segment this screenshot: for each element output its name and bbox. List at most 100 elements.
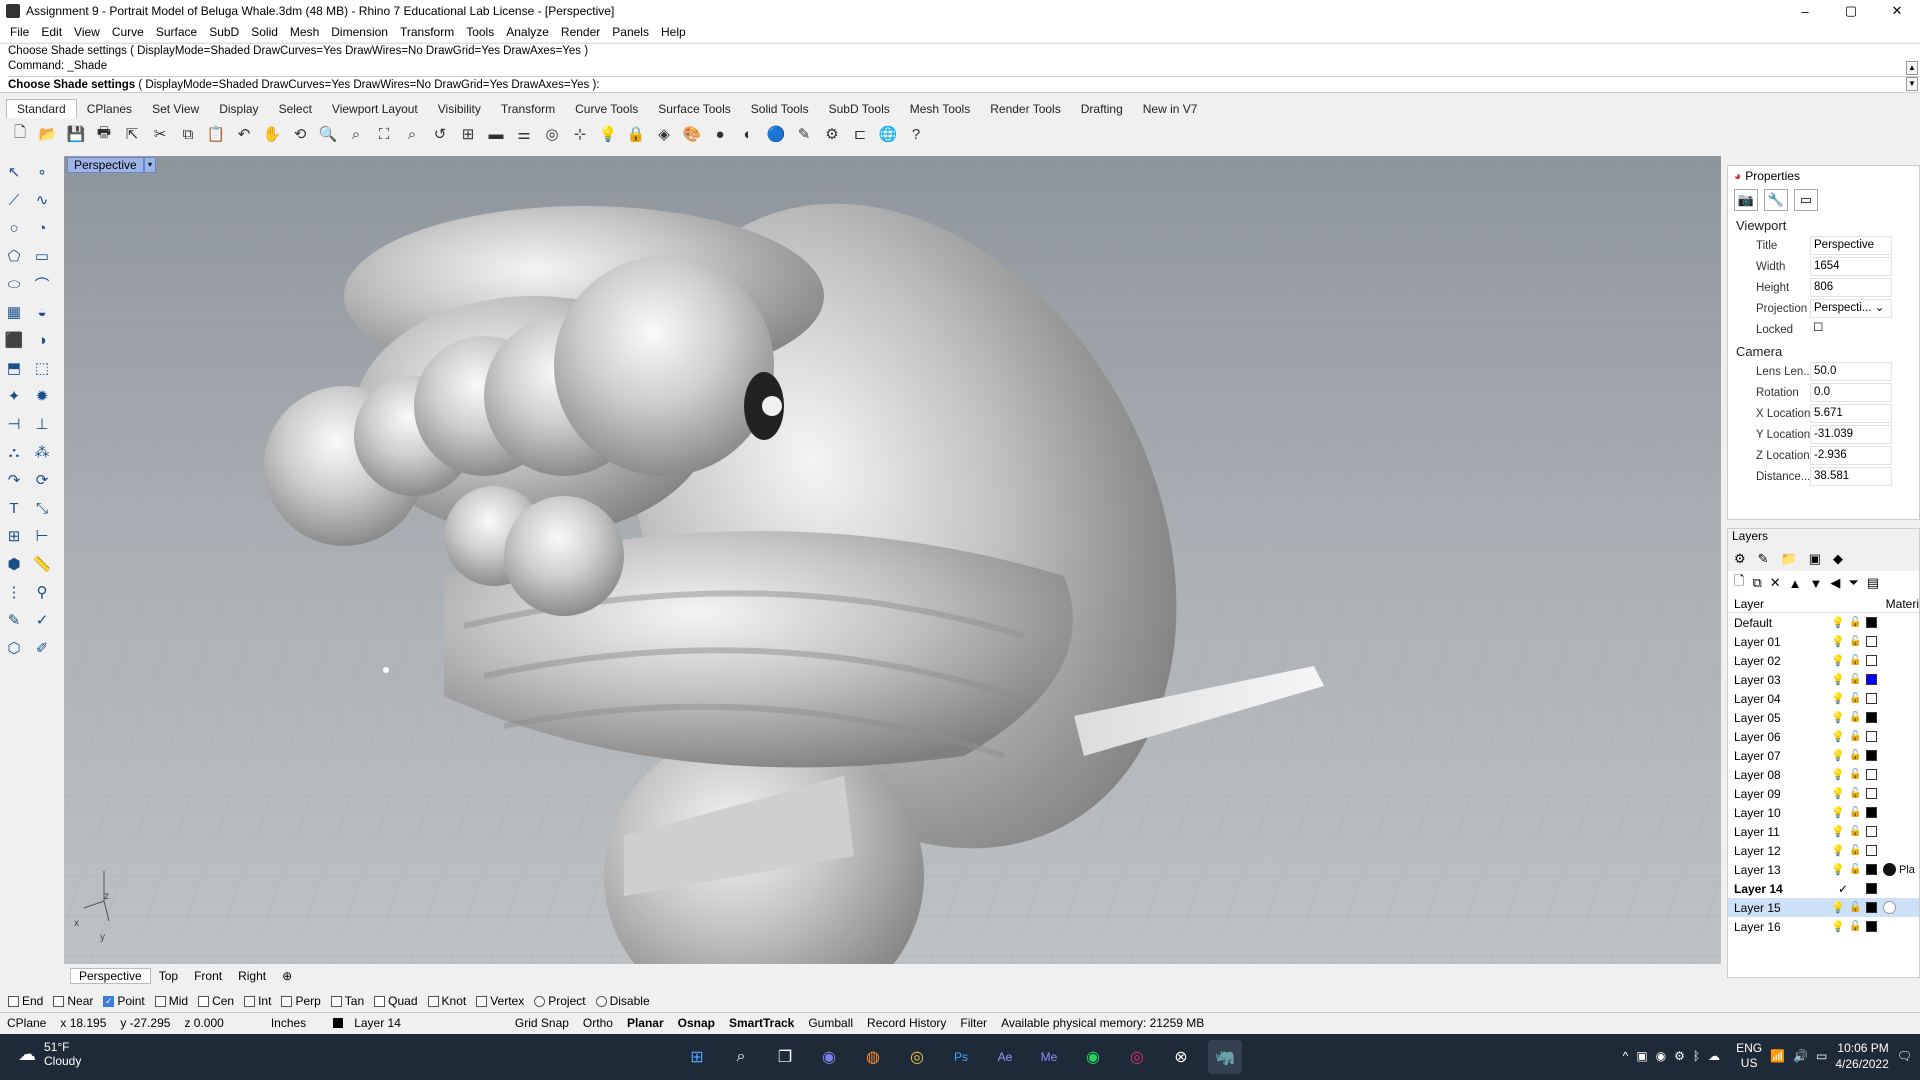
layer-name[interactable]: Layer 16 [1728,920,1824,934]
layer-color-swatch[interactable] [1866,826,1877,837]
wrench-icon[interactable]: 🔧 [1764,189,1788,211]
tab-curve-tools[interactable]: Curve Tools [565,100,648,118]
layer-lock-icon[interactable]: 🔓 [1849,826,1861,837]
layer-lock-icon[interactable]: 🔓 [1849,693,1861,704]
menu-curve[interactable]: Curve [106,25,150,39]
layer-visibility-bulb-icon[interactable]: 💡 [1831,806,1845,819]
layer-visibility-bulb-icon[interactable]: 💡 [1831,616,1845,629]
layer-color-swatch[interactable] [1866,921,1877,932]
layer-visibility-bulb-icon[interactable]: 💡 [1831,768,1845,781]
analyze-tool-icon[interactable]: ⬡ [2,636,26,660]
pan-icon[interactable]: ✋ [260,122,284,146]
wifi-icon[interactable]: 📶 [1770,1049,1785,1063]
osnap-quad[interactable]: Quad [374,994,418,1008]
layer-row[interactable]: Layer 14 ✓ [1728,879,1919,898]
layer-visibility-bulb-icon[interactable]: 💡 [1831,711,1845,724]
copy-icon[interactable]: ⧉ [176,122,200,146]
layer-row[interactable]: Layer 04 💡 🔓 [1728,689,1919,708]
status-planar[interactable]: Planar [620,1016,671,1030]
trim-icon[interactable]: ⊣ [2,412,26,436]
render-tool-icon[interactable]: ✐ [30,636,54,660]
add-viewport-icon[interactable]: ⊕ [274,969,300,983]
scroll-up-icon[interactable]: ▲ [1906,61,1918,75]
circle-icon[interactable]: ○ [2,216,26,240]
ungroup-icon[interactable]: ⁂ [30,440,54,464]
layer-visibility-bulb-icon[interactable]: 💡 [1831,787,1845,800]
tab-render-tools[interactable]: Render Tools [980,100,1071,118]
layer-lock-icon[interactable]: 🔓 [1849,750,1861,761]
tray-overflow-icon[interactable]: ^ [1623,1049,1629,1063]
tab-select[interactable]: Select [269,100,322,118]
layer-color-swatch[interactable] [1866,655,1877,666]
menu-solid[interactable]: Solid [245,25,284,39]
maximize-button[interactable]: ▢ [1828,0,1874,22]
layer-visibility-bulb-icon[interactable]: 💡 [1831,825,1845,838]
prop-locked-checkbox[interactable]: ☐ [1810,320,1892,339]
layer-row[interactable]: Layer 16 💡 🔓 [1728,917,1919,936]
ellipse-icon[interactable]: ⬭ [2,272,26,296]
help-icon[interactable]: ? [904,122,928,146]
prop-rotation-field[interactable]: 0.0 [1810,383,1892,402]
light-icon[interactable]: 💡 [596,122,620,146]
close-button[interactable]: ✕ [1874,0,1920,22]
layer-row[interactable]: Layer 15 💡 🔓 [1728,898,1919,917]
material-column-header[interactable]: Materi [1886,597,1919,611]
point-icon[interactable]: ∘ [30,160,54,184]
layers-tab-icon[interactable]: ◆ [1833,551,1843,567]
after-effects-icon[interactable]: Ae [988,1040,1022,1074]
tab-solid-tools[interactable]: Solid Tools [741,100,819,118]
mesh-icon[interactable]: ⚌ [512,122,536,146]
materials-icon[interactable]: ✎ [792,122,816,146]
tab-viewport-layout[interactable]: Viewport Layout [322,100,428,118]
layer-visibility-bulb-icon[interactable]: 💡 [1831,920,1845,933]
viewport-frame-icon[interactable]: ▭ [1794,189,1818,211]
task-view-icon[interactable]: ❐ [768,1040,802,1074]
tray-app-icon[interactable]: ⚙ [1674,1049,1685,1063]
tab-standard[interactable]: Standard [6,99,77,118]
layer-lock-icon[interactable]: 🔓 [1849,712,1861,723]
layer-color-swatch[interactable] [1866,750,1877,761]
layer-name[interactable]: Layer 13 [1728,863,1824,877]
tab-visibility[interactable]: Visibility [428,100,491,118]
layer-color-swatch[interactable] [1866,883,1877,894]
zoom-selected-icon[interactable]: ⌕ [400,122,424,146]
scroll-down-icon[interactable]: ▼ [1906,77,1918,91]
scale-icon[interactable]: ⤡ [30,496,54,520]
layer-visibility-bulb-icon[interactable]: 💡 [1831,692,1845,705]
subd-icon[interactable]: ✦ [2,384,26,408]
tab-drafting[interactable]: Drafting [1071,100,1133,118]
gumball-icon[interactable]: ⚲ [30,580,54,604]
layer-visibility-bulb-icon[interactable]: 💡 [1831,730,1845,743]
web-icon[interactable]: 🌐 [876,122,900,146]
cut-icon[interactable]: ✂ [148,122,172,146]
prop-lens-field[interactable]: 50.0 [1810,362,1892,381]
osnap-near[interactable]: Near [53,994,93,1008]
move-icon[interactable]: ↷ [2,468,26,492]
layer-name[interactable]: Layer 07 [1728,749,1824,763]
layer-name[interactable]: Layer 06 [1728,730,1824,744]
tab-new-in-v7[interactable]: New in V7 [1133,100,1208,118]
tab-transform[interactable]: Transform [491,100,565,118]
new-sublayer-icon[interactable]: ⧉ [1752,575,1761,591]
block-icon[interactable]: ⬢ [2,552,26,576]
layer-color-swatch[interactable] [1866,636,1877,647]
menu-tools[interactable]: Tools [460,25,500,39]
osnap-tan[interactable]: Tan [330,994,364,1008]
rendered-icon[interactable]: ◐ [736,122,760,146]
osnap-disable[interactable]: Disable [595,994,650,1008]
photoshop-icon[interactable]: Ps [944,1040,978,1074]
layer-name[interactable]: Layer 08 [1728,768,1824,782]
layer-name[interactable]: Layer 01 [1728,635,1824,649]
layer-lock-icon[interactable]: 🔓 [1849,845,1861,856]
layer-row[interactable]: Layer 07 💡 🔓 [1728,746,1919,765]
new-layer-icon[interactable]: 🗋 [1734,572,1744,594]
status-gumball[interactable]: Gumball [801,1016,860,1030]
layer-visibility-bulb-icon[interactable]: 💡 [1831,673,1845,686]
layer-material-icon[interactable] [1883,863,1896,876]
tray-app-icon[interactable]: ◉ [1656,1049,1666,1063]
status-units[interactable]: Inches [231,1016,326,1030]
chrome-icon[interactable]: ◎ [900,1040,934,1074]
layer-name[interactable]: Layer 03 [1728,673,1824,687]
layer-color-swatch[interactable] [1866,807,1877,818]
layer-visibility-bulb-icon[interactable]: 💡 [1831,749,1845,762]
